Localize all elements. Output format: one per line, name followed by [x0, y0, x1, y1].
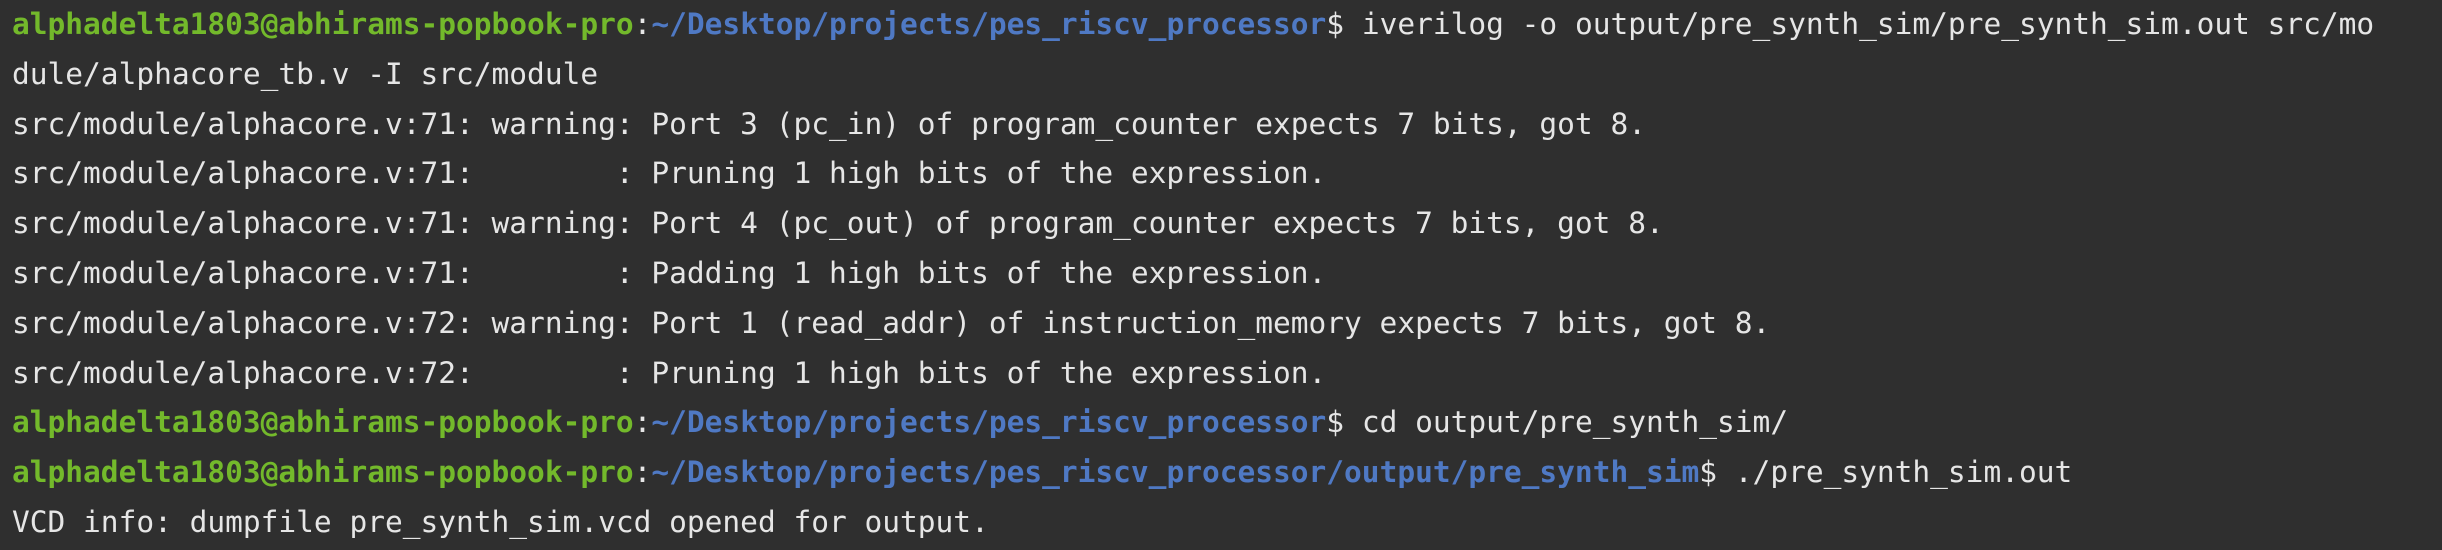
terminal-line-output: src/module/alphacore.v:71: warning: Port…	[12, 106, 1646, 141]
prompt-user-host: alphadelta1803@abhirams-popbook-pro	[12, 7, 634, 41]
terminal-line-output: src/module/alphacore.v:72: warning: Port…	[12, 305, 1771, 340]
command-text: iverilog -o output/pre_synth_sim/pre_syn…	[1344, 7, 2375, 41]
terminal-line-output: src/module/alphacore.v:71: warning: Port…	[12, 206, 1664, 241]
prompt-path: ~/Desktop/projects/pes_riscv_processor	[651, 405, 1327, 440]
terminal-line-output: src/module/alphacore.v:71: : Padding 1 h…	[12, 255, 1327, 290]
terminal-line-prompt: alphadelta1803@abhirams-popbook-pro:~/De…	[12, 398, 2430, 448]
command-text: cd output/pre_synth_sim/	[1344, 405, 1789, 440]
terminal-line-prompt: alphadelta1803@abhirams-popbook-pro:~/De…	[12, 0, 2430, 50]
command-text: ./pre_synth_sim.out	[1717, 455, 2073, 490]
prompt-separator: :	[633, 455, 652, 490]
prompt-user-host: alphadelta1803@abhirams-popbook-pro	[12, 405, 634, 440]
prompt-symbol: $	[1326, 7, 1345, 41]
prompt-user-host: alphadelta1803@abhirams-popbook-pro	[12, 455, 634, 490]
prompt-symbol: $	[1326, 405, 1345, 440]
prompt-separator: :	[633, 405, 652, 440]
terminal-line-prompt: alphadelta1803@abhirams-popbook-pro:~/De…	[12, 448, 2430, 498]
terminal-line-output: src/module/alphacore.v:71: : Pruning 1 h…	[12, 156, 1327, 191]
prompt-path: ~/Desktop/projects/pes_riscv_processor	[651, 7, 1327, 41]
terminal-line-output: VCD info: dumpfile pre_synth_sim.vcd ope…	[12, 504, 989, 539]
prompt-separator: :	[633, 7, 652, 41]
terminal-window[interactable]: alphadelta1803@abhirams-popbook-pro:~/De…	[0, 0, 2442, 550]
prompt-symbol: $	[1699, 455, 1718, 490]
prompt-path: ~/Desktop/projects/pes_riscv_processor/o…	[651, 455, 1700, 490]
terminal-line-output: src/module/alphacore.v:72: : Pruning 1 h…	[12, 355, 1327, 390]
terminal-line-output: dule/alphacore_tb.v -I src/module	[12, 56, 599, 91]
